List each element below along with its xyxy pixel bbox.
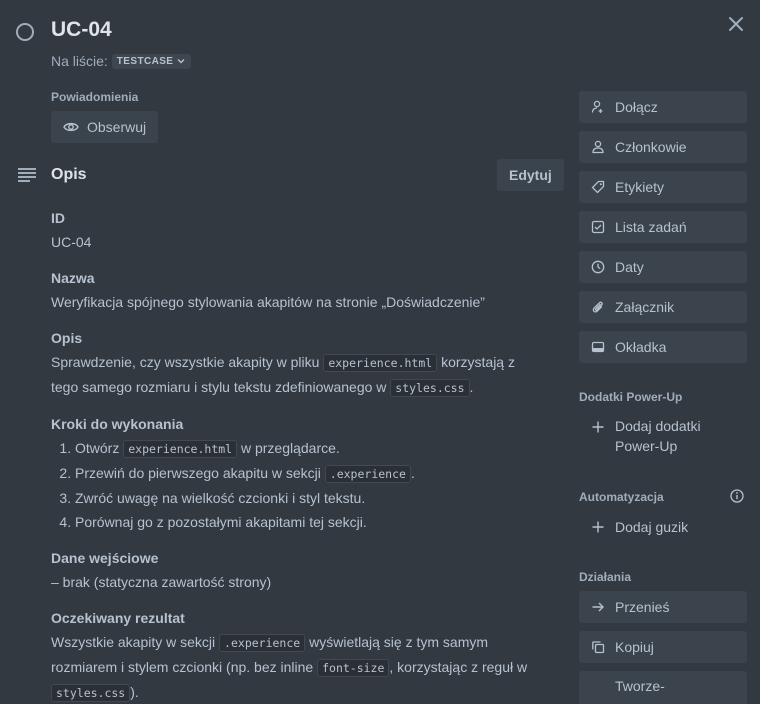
inline-code: styles.css — [51, 684, 131, 702]
list-item: Zwróć uwagę na wielkość czcionki i styl … — [75, 486, 541, 510]
description-heading: Opis — [51, 166, 87, 183]
expected-heading: Oczekiwany rezultat — [51, 610, 185, 626]
join-icon — [591, 100, 603, 113]
powerups-heading: Dodatki Power-Up — [579, 390, 683, 404]
checklist-icon — [591, 220, 605, 234]
actions-heading: Działania — [579, 570, 632, 584]
input-value: – brak (statyczna zawartość strony) — [51, 574, 272, 590]
arrow-right-icon — [592, 602, 604, 612]
join-label: Dołącz — [615, 99, 658, 115]
close-icon[interactable] — [726, 14, 746, 34]
steps-list: Otwórz experience.html w przeglądarce. P… — [51, 436, 541, 534]
name-heading: Nazwa — [51, 270, 95, 286]
id-heading: ID — [51, 210, 65, 226]
cover-label: Okładka — [615, 339, 667, 355]
join-button[interactable]: Dołącz — [579, 91, 747, 123]
chevron-down-icon — [177, 59, 185, 64]
watch-button[interactable]: Obserwuj — [51, 111, 159, 143]
cover-button[interactable]: Okładka — [579, 331, 747, 363]
template-button[interactable]: Tworze- — [579, 671, 747, 704]
sidebar-actions: Przenieś Kopiuj Tworze- — [579, 591, 747, 704]
move-label: Przenieś — [615, 599, 670, 615]
notifications-label: Powiadomienia — [51, 90, 139, 104]
desc-heading: Opis — [51, 330, 83, 346]
attachment-label: Załącznik — [615, 299, 675, 315]
checklist-button[interactable]: Lista zadań — [579, 211, 747, 243]
sidebar-add-to-card: Dołącz Członkowie Etykiety Lista zadań D… — [579, 91, 747, 371]
add-powerups-button[interactable]: Dodaj dodatki Power-Up — [579, 416, 747, 456]
list-item: Porównaj go z pozostałymi akapitami tej … — [75, 510, 541, 534]
plus-icon — [592, 421, 604, 433]
add-powerups-label: Dodaj dodatki Power-Up — [615, 418, 701, 454]
members-label: Członkowie — [615, 139, 687, 155]
copy-label: Kopiuj — [615, 639, 654, 655]
info-icon[interactable] — [730, 489, 744, 503]
add-button-button[interactable]: Dodaj guzik — [579, 511, 747, 543]
checklist-label: Lista zadań — [615, 219, 687, 235]
labels-button[interactable]: Etykiety — [579, 171, 747, 203]
label-icon — [591, 180, 605, 194]
name-value: Weryfikacja spójnego stylowania akapitów… — [51, 294, 485, 310]
id-value: UC-04 — [51, 234, 92, 250]
list-item: Otwórz experience.html w przeglądarce. — [75, 436, 541, 461]
input-heading: Dane wejściowe — [51, 550, 159, 566]
clock-icon — [591, 260, 605, 274]
move-button[interactable]: Przenieś — [579, 591, 747, 623]
members-icon — [592, 140, 604, 154]
card-title[interactable]: UC-04 — [51, 18, 112, 42]
list-name: TESTCASE — [116, 55, 174, 67]
copy-button[interactable]: Kopiuj — [579, 631, 747, 663]
dates-label: Daty — [615, 259, 644, 275]
description-content[interactable]: ID UC-04 Nazwa Weryfikacja spójnego styl… — [51, 206, 541, 704]
paperclip-icon — [592, 301, 603, 313]
edit-description-button[interactable]: Edytuj — [497, 159, 564, 191]
list-item: Przewiń do pierwszego akapitu w sekcji .… — [75, 461, 541, 486]
plus-icon — [592, 521, 604, 533]
labels-label: Etykiety — [615, 179, 665, 195]
inline-code: styles.css — [390, 379, 470, 397]
inline-code: .experience — [219, 634, 306, 652]
copy-icon — [592, 641, 605, 654]
add-button-label: Dodaj guzik — [615, 519, 689, 535]
members-button[interactable]: Członkowie — [579, 131, 747, 163]
desc-value: Sprawdzenie, czy wszystkie akapity w pli… — [51, 354, 515, 397]
inline-code: experience.html — [123, 440, 238, 458]
dates-button[interactable]: Daty — [579, 251, 747, 283]
steps-heading: Kroki do wykonania — [51, 416, 184, 432]
watch-label: Obserwuj — [87, 119, 147, 135]
attachment-button[interactable]: Załącznik — [579, 291, 747, 323]
description-icon — [18, 168, 36, 182]
inline-code: .experience — [324, 465, 411, 483]
expected-value: Wszystkie akapity w sekcji .experience w… — [51, 634, 528, 702]
list-dropdown[interactable]: TESTCASE — [111, 53, 192, 69]
inline-code: font-size — [317, 659, 390, 677]
template-icon — [591, 678, 605, 692]
inline-code: experience.html — [323, 354, 438, 372]
eye-icon — [63, 122, 79, 132]
card-status-icon[interactable] — [16, 23, 34, 41]
automation-heading: Automatyzacja — [579, 490, 664, 504]
list-line: Na liście: TESTCASE — [51, 53, 192, 69]
cover-icon — [591, 341, 605, 353]
template-label: Tworze- — [615, 678, 665, 694]
list-prefix: Na liście: — [51, 53, 108, 69]
